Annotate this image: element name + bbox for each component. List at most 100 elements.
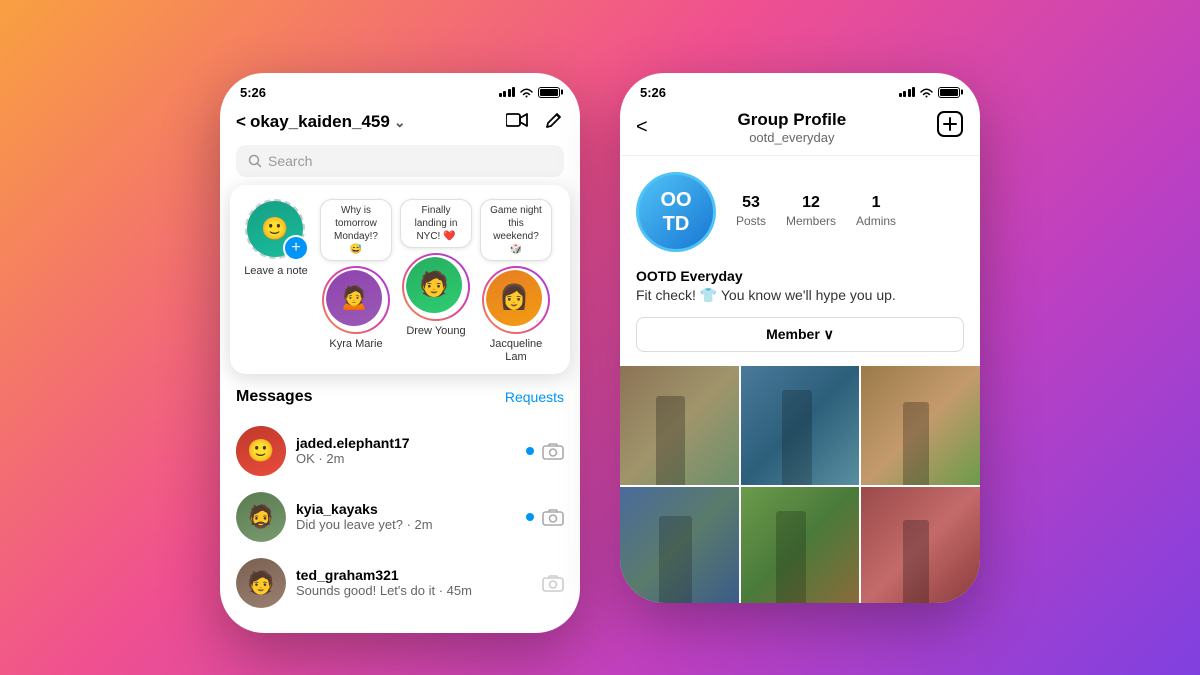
signal-icon-right (899, 87, 916, 97)
message-right-1 (526, 508, 564, 526)
group-bio: OOTD Everyday Fit check! 👕 You know we'l… (620, 268, 980, 318)
online-indicator (534, 318, 544, 328)
stat-admins-number: 1 (856, 194, 896, 212)
phone-left: 5:26 < okay_kaiden_459 ⌄ (220, 73, 580, 633)
kyra-with-bubble: Why is tomorrow Monday!? 😅 🙍 (320, 199, 392, 334)
messages-title: Messages (236, 388, 313, 406)
kyra-ring-inner: 🙍 (324, 268, 388, 332)
nav-bar-left: < okay_kaiden_459 ⌄ (220, 106, 580, 145)
chevron-down-icon[interactable]: ⌄ (394, 114, 406, 131)
group-profile-subtitle: ootd_everyday (738, 130, 847, 145)
drew-name: Drew Young (406, 325, 465, 338)
stat-admins-label: Admins (856, 214, 896, 228)
time-right: 5:26 (640, 85, 666, 100)
jacqueline-ring-inner: 👩 (484, 268, 548, 332)
back-button-left[interactable]: < (236, 112, 246, 132)
kyra-name: Kyra Marie (329, 338, 382, 351)
message-right-0 (526, 442, 564, 460)
story-item-drew[interactable]: Finally landing in NYC! ❤️ 🧑 Drew Young (400, 199, 472, 338)
message-username-0: jaded.elephant17 (296, 435, 516, 451)
message-content-1: kyia_kayaks Did you leave yet? · 2m (296, 501, 516, 532)
group-header-center: Group Profile ootd_everyday (738, 110, 847, 145)
camera-icon-1[interactable] (542, 508, 564, 526)
time-left: 5:26 (240, 85, 266, 100)
unread-dot-0 (526, 447, 534, 455)
kyra-bubble: Why is tomorrow Monday!? 😅 (320, 199, 392, 261)
photo-cell-2[interactable] (861, 366, 980, 485)
video-call-icon[interactable] (506, 111, 528, 134)
messages-section: Messages Requests 🙂 jaded.elephant17 OK … (220, 374, 580, 624)
message-content-2: ted_graham321 Sounds good! Let's do it ·… (296, 567, 532, 598)
photo-grid (620, 366, 980, 602)
nav-username: okay_kaiden_459 (250, 112, 390, 132)
message-item-0[interactable]: 🙂 jaded.elephant17 OK · 2m (236, 418, 564, 484)
photo-cell-4[interactable] (741, 487, 860, 603)
stat-admins: 1 Admins (856, 194, 896, 230)
photo-cell-5[interactable] (861, 487, 980, 603)
search-icon (248, 154, 262, 168)
drew-story-ring: 🧑 (402, 253, 470, 321)
member-button[interactable]: Member ∨ (636, 317, 964, 352)
message-preview-0: OK · 2m (296, 451, 516, 466)
battery-icon (538, 87, 560, 98)
photo-cell-0[interactable] (620, 366, 739, 485)
edit-icon[interactable] (544, 110, 564, 135)
drew-ring-inner: 🧑 (404, 255, 468, 319)
group-profile-section: OOTD 53 Posts 12 Members 1 Admins (620, 156, 980, 268)
back-button-right[interactable]: < (636, 116, 648, 139)
group-description: Fit check! 👕 You know we'll hype you up. (636, 286, 964, 306)
drew-avatar: 🧑 (406, 257, 466, 317)
search-placeholder: Search (268, 153, 312, 169)
stories-card: 🙂 + Leave a note Why is tomorrow Monday!… (230, 185, 570, 374)
photo-cell-1[interactable] (741, 366, 860, 485)
wifi-icon-right (919, 87, 934, 98)
stat-members-number: 12 (786, 194, 836, 212)
status-bar-right: 5:26 (620, 73, 980, 106)
wifi-icon (519, 87, 534, 98)
story-item-leave-note[interactable]: 🙂 + Leave a note (240, 199, 312, 278)
add-note-icon[interactable]: + (283, 235, 309, 261)
group-avatar: OOTD (636, 172, 716, 252)
messages-header: Messages Requests (236, 388, 564, 406)
message-right-2 (542, 574, 564, 592)
group-name: OOTD Everyday (636, 268, 964, 284)
phone-right: 5:26 < Group Profile ootd_everyday (620, 73, 980, 603)
kyra-avatar: 🙍 (326, 270, 386, 330)
add-to-group-icon[interactable] (936, 110, 964, 145)
battery-icon-right (938, 87, 960, 98)
group-stats: 53 Posts 12 Members 1 Admins (736, 194, 896, 230)
camera-icon-0[interactable] (542, 442, 564, 460)
stories-row: 🙂 + Leave a note Why is tomorrow Monday!… (240, 199, 560, 364)
story-item-kyra[interactable]: Why is tomorrow Monday!? 😅 🙍 Kyra Marie (320, 199, 392, 351)
status-icons-right (899, 87, 961, 98)
unread-dot-1 (526, 513, 534, 521)
jacqueline-with-bubble: Game night this weekend? 🎲 👩 (480, 199, 552, 334)
search-bar[interactable]: Search (236, 145, 564, 177)
stat-posts: 53 Posts (736, 194, 766, 230)
requests-link[interactable]: Requests (505, 389, 564, 405)
signal-icon (499, 87, 516, 97)
status-icons-left (499, 87, 561, 98)
status-bar-left: 5:26 (220, 73, 580, 106)
nav-title-left: < okay_kaiden_459 ⌄ (236, 112, 406, 132)
jacqueline-story-ring: 👩 (482, 266, 550, 334)
group-header: < Group Profile ootd_everyday (620, 106, 980, 156)
leave-note-label: Leave a note (244, 265, 308, 278)
drew-with-bubble: Finally landing in NYC! ❤️ 🧑 (400, 199, 472, 321)
stat-members: 12 Members (786, 194, 836, 230)
message-avatar-2: 🧑 (236, 558, 286, 608)
camera-icon-2[interactable] (542, 574, 564, 592)
photo-cell-3[interactable] (620, 487, 739, 603)
drew-bubble: Finally landing in NYC! ❤️ (400, 199, 472, 248)
nav-icons-right (506, 110, 564, 135)
message-item-2[interactable]: 🧑 ted_graham321 Sounds good! Let's do it… (236, 550, 564, 616)
jacqueline-name: Jacqueline Lam (480, 338, 552, 364)
kyra-story-ring: 🙍 (322, 266, 390, 334)
message-username-1: kyia_kayaks (296, 501, 516, 517)
message-avatar-1: 🧔 (236, 492, 286, 542)
message-username-2: ted_graham321 (296, 567, 532, 583)
message-content-0: jaded.elephant17 OK · 2m (296, 435, 516, 466)
message-item-1[interactable]: 🧔 kyia_kayaks Did you leave yet? · 2m (236, 484, 564, 550)
jacqueline-avatar: 👩 (486, 270, 546, 330)
story-item-jacqueline[interactable]: Game night this weekend? 🎲 👩 Jac (480, 199, 552, 364)
